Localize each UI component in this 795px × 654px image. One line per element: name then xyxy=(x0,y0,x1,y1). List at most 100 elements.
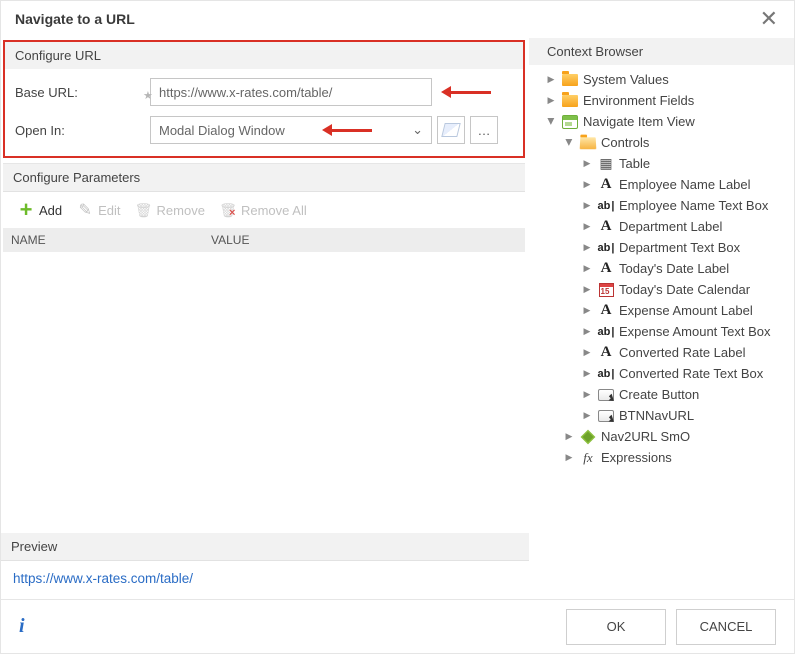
tree-item-system-values[interactable]: ▶System Values xyxy=(539,69,792,90)
tree-item-control[interactable]: ▶ Today's Date Label xyxy=(539,258,792,279)
edit-button: Edit xyxy=(70,197,126,223)
annotation-arrow-icon xyxy=(318,126,372,134)
expand-icon[interactable]: ▶ xyxy=(581,242,593,253)
expand-icon[interactable]: ▶ xyxy=(581,221,593,232)
open-in-value: Modal Dialog Window xyxy=(159,123,285,138)
fx-icon xyxy=(579,450,597,466)
btn-icon xyxy=(597,408,615,424)
expand-icon[interactable]: ▶ xyxy=(563,431,575,442)
label-a-icon xyxy=(597,261,615,277)
tree-item-controls[interactable]: ▶Controls xyxy=(539,132,792,153)
label-a-icon xyxy=(597,177,615,193)
open-in-dropdown[interactable]: Modal Dialog Window ⌄ xyxy=(150,116,432,144)
preview-section: Preview https://www.x-rates.com/table/ xyxy=(1,533,529,600)
expand-icon[interactable]: ▶ xyxy=(581,368,593,379)
tree-item-label: Today's Date Calendar xyxy=(619,282,750,297)
textbox-ab-icon xyxy=(597,324,615,340)
parameters-grid-header: NAME VALUE xyxy=(3,228,525,252)
collapse-icon[interactable]: ▶ xyxy=(546,116,557,128)
tree-item-control[interactable]: ▶Department Label xyxy=(539,216,792,237)
tree-item-control[interactable]: ▶ Employee Name Label xyxy=(539,174,792,195)
ok-button[interactable]: OK xyxy=(566,609,666,645)
folder-icon xyxy=(562,74,578,86)
expand-icon[interactable]: ▶ xyxy=(581,305,593,316)
btn-icon xyxy=(597,387,615,403)
folder-icon xyxy=(562,95,578,107)
expand-icon[interactable]: ▶ xyxy=(545,95,557,106)
dialog-title: Navigate to a URL xyxy=(15,11,135,27)
tree-item-label: Employee Name Label xyxy=(619,177,751,192)
tree-item-control[interactable]: ▶ Expense Amount Label xyxy=(539,300,792,321)
context-browser-tree: ▶System Values ▶Environment Fields ▶Navi… xyxy=(539,65,794,468)
dialog-footer: i OK CANCEL xyxy=(1,599,794,653)
view-icon xyxy=(562,115,578,129)
expand-icon[interactable]: ▶ xyxy=(581,284,593,295)
more-button[interactable]: … xyxy=(470,116,498,144)
expand-icon[interactable]: ▶ xyxy=(581,347,593,358)
configure-url-highlight: Configure URL Base URL:★ Open In: Modal … xyxy=(3,40,525,158)
calendar-icon xyxy=(599,283,614,297)
preview-url-link[interactable]: https://www.x-rates.com/table/ xyxy=(1,561,529,600)
tree-item-control[interactable]: ▶ Department Text Box xyxy=(539,237,792,258)
tree-item-label: Create Button xyxy=(619,387,699,402)
chevron-down-icon: ⌄ xyxy=(412,122,423,138)
context-browser-header: Context Browser xyxy=(529,38,794,65)
tree-item-control[interactable]: ▶ Employee Name Text Box xyxy=(539,195,792,216)
expand-icon[interactable]: ▶ xyxy=(581,200,593,211)
parameters-toolbar: Add Edit Remove Remove All xyxy=(3,192,525,228)
clear-button[interactable] xyxy=(437,116,465,144)
expand-icon[interactable]: ▶ xyxy=(581,326,593,337)
cal-icon xyxy=(597,282,615,298)
tree-item-control[interactable]: ▶BTNNavURL xyxy=(539,405,792,426)
tree-item-label: Table xyxy=(619,156,650,171)
folder-open-icon xyxy=(580,137,597,149)
remove-all-button: Remove All xyxy=(213,197,313,223)
expand-icon[interactable]: ▶ xyxy=(581,263,593,274)
tree-item-control[interactable]: ▶Converted Rate Label xyxy=(539,342,792,363)
tree-item-control[interactable]: ▶ Table xyxy=(539,153,792,174)
cancel-button[interactable]: CANCEL xyxy=(676,609,776,645)
configure-url-header: Configure URL xyxy=(5,42,523,69)
tree-item-control[interactable]: ▶ Create Button xyxy=(539,384,792,405)
textbox-ab-icon xyxy=(597,240,615,256)
expand-icon[interactable]: ▶ xyxy=(545,74,557,85)
tree-item-environment-fields[interactable]: ▶Environment Fields xyxy=(539,90,792,111)
close-icon[interactable]: ✕ xyxy=(758,8,780,30)
tree-item-label: Expense Amount Text Box xyxy=(619,324,771,339)
tree-item-control[interactable]: ▶ Expense Amount Text Box xyxy=(539,321,792,342)
label-a-icon xyxy=(597,303,615,319)
expand-icon[interactable]: ▶ xyxy=(581,410,593,421)
tree-item-expressions[interactable]: ▶Expressions xyxy=(539,447,792,468)
tree-item-control[interactable]: ▶ Today's Date Calendar xyxy=(539,279,792,300)
plus-icon xyxy=(17,201,35,219)
expand-icon[interactable]: ▶ xyxy=(581,158,593,169)
base-url-input[interactable] xyxy=(150,78,432,106)
add-button[interactable]: Add xyxy=(11,197,68,223)
expand-icon[interactable]: ▶ xyxy=(581,179,593,190)
col-name: NAME xyxy=(11,233,211,247)
expand-icon[interactable]: ▶ xyxy=(563,452,575,463)
tree-item-label: Expense Amount Label xyxy=(619,303,753,318)
parameters-grid-body xyxy=(1,252,529,533)
tree-item-nav2url-smo[interactable]: ▶Nav2URL SmO xyxy=(539,426,792,447)
remove-button: Remove xyxy=(129,197,211,223)
required-star-icon: ★ xyxy=(143,89,153,102)
tree-item-label: Today's Date Label xyxy=(619,261,729,276)
collapse-icon[interactable]: ▶ xyxy=(564,137,575,149)
preview-header: Preview xyxy=(1,533,529,561)
configure-parameters-header: Configure Parameters xyxy=(3,164,525,192)
trash-icon xyxy=(135,201,153,219)
open-in-label: Open In: xyxy=(15,123,150,138)
tree-item-label: Department Text Box xyxy=(619,240,740,255)
dialog-header: Navigate to a URL ✕ xyxy=(1,1,794,38)
tree-item-label: Employee Name Text Box xyxy=(619,198,768,213)
tree-item-navigate-item-view[interactable]: ▶Navigate Item View xyxy=(539,111,792,132)
textbox-ab-icon xyxy=(597,198,615,214)
base-url-label: Base URL:★ xyxy=(15,85,150,100)
info-icon[interactable]: i xyxy=(19,615,25,638)
tree-item-label: Converted Rate Text Box xyxy=(619,366,763,381)
col-value: VALUE xyxy=(211,233,249,247)
expand-icon[interactable]: ▶ xyxy=(581,389,593,400)
tree-item-control[interactable]: ▶ Converted Rate Text Box xyxy=(539,363,792,384)
annotation-arrow-icon xyxy=(437,88,497,96)
